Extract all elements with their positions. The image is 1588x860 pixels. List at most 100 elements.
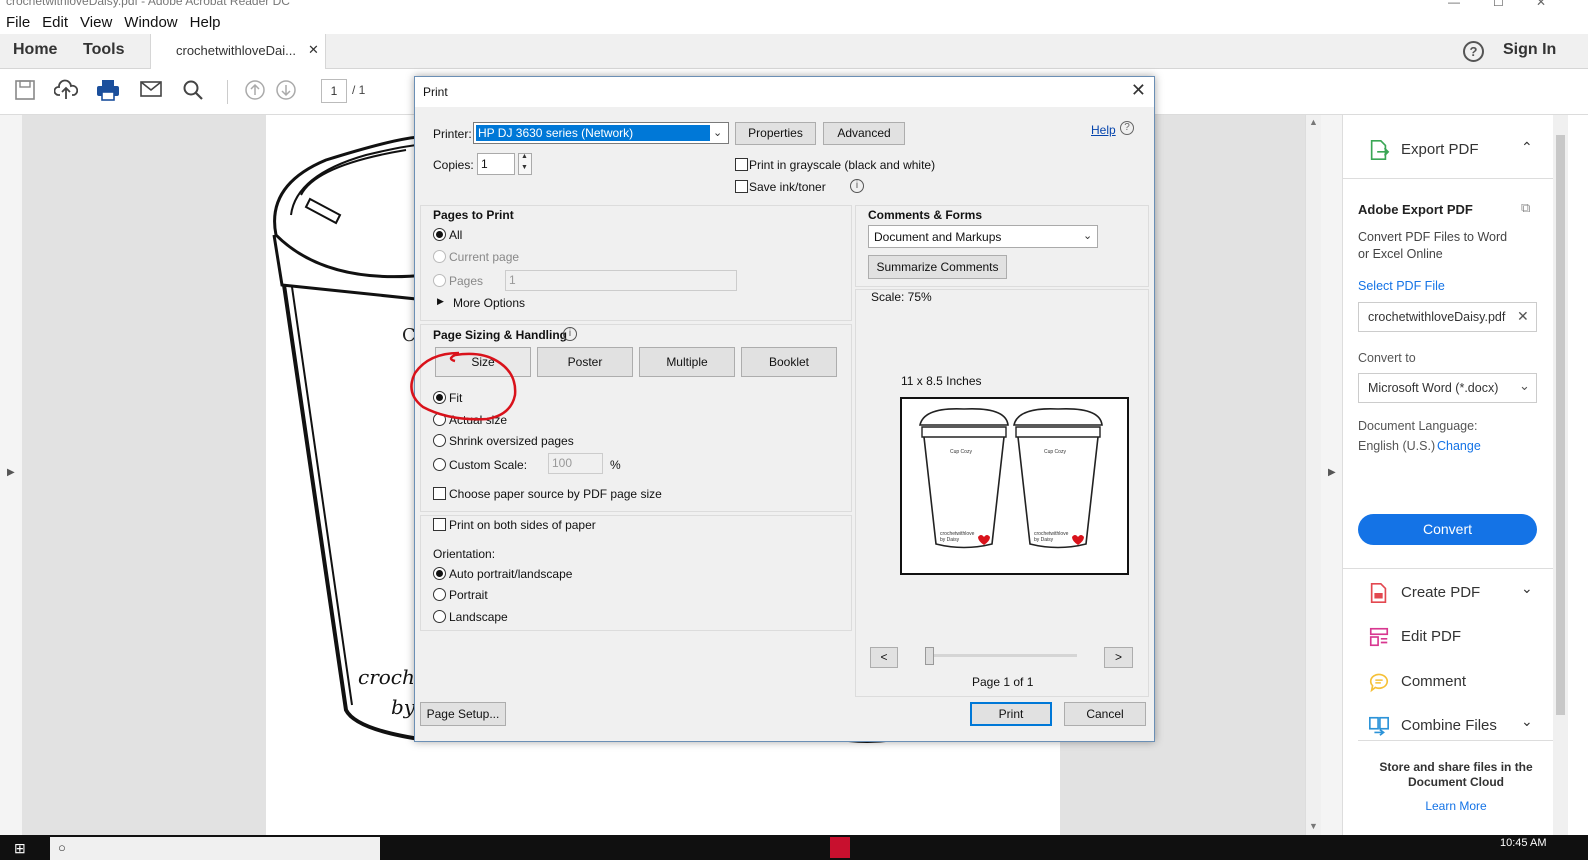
export-pdf-icon	[1370, 140, 1390, 160]
pages-radio[interactable]	[433, 274, 446, 287]
chevron-up-icon[interactable]: ⌃	[1521, 139, 1533, 156]
paper-source-checkbox[interactable]	[433, 487, 446, 500]
tab-document[interactable]: crochetwithloveDai... ✕	[150, 34, 326, 69]
minimize-icon[interactable]: —	[1448, 0, 1460, 9]
close-tab-icon[interactable]: ✕	[308, 42, 319, 58]
format-value: Microsoft Word (*.docx)	[1368, 381, 1499, 395]
sign-in-link[interactable]: Sign In	[1503, 41, 1556, 59]
help-link[interactable]: Help	[1091, 123, 1116, 137]
info-icon[interactable]: i	[850, 179, 864, 193]
menu-file[interactable]: File	[0, 12, 36, 31]
remove-file-icon[interactable]: ✕	[1517, 308, 1529, 325]
scroll-down-icon[interactable]: ▼	[1309, 821, 1318, 831]
portrait-radio[interactable]	[433, 588, 446, 601]
search-icon[interactable]	[181, 79, 205, 103]
edit-pdf-tool[interactable]: Edit PDF	[1367, 626, 1461, 648]
copies-stepper[interactable]: ▲ ▼	[518, 153, 532, 175]
info-icon[interactable]: i	[563, 327, 577, 341]
upload-cloud-icon[interactable]	[53, 79, 79, 103]
chevron-down-icon[interactable]: ⌄	[1521, 580, 1533, 597]
selected-file-field[interactable]: crochetwithloveDaisy.pdf ✕	[1358, 302, 1537, 332]
menu-edit[interactable]: Edit	[36, 12, 74, 31]
windows-start-icon[interactable]: ⊞	[14, 840, 26, 857]
acrobat-taskbar-icon[interactable]	[830, 837, 850, 858]
print-button[interactable]: Print	[970, 702, 1052, 726]
all-pages-label: All	[449, 228, 463, 242]
save-ink-checkbox[interactable]	[735, 180, 748, 193]
comment-tool[interactable]: Comment	[1367, 671, 1466, 693]
advanced-button[interactable]: Advanced	[823, 122, 905, 145]
menu-view[interactable]: View	[74, 12, 118, 31]
current-page-label: Current page	[449, 250, 520, 264]
close-window-icon[interactable]: ✕	[1536, 0, 1546, 9]
learn-more-link[interactable]: Learn More	[1343, 799, 1569, 813]
copies-input[interactable]: 1	[477, 153, 515, 175]
convert-button[interactable]: Convert	[1358, 514, 1537, 545]
custom-scale-input[interactable]: 100	[548, 453, 603, 474]
preview-label-2b: crochetwithlove by Daisy	[1034, 531, 1069, 543]
export-pdf-header[interactable]: Export PDF ⌃	[1367, 139, 1533, 161]
document-scrollbar[interactable]: ▲ ▼	[1305, 115, 1321, 835]
poster-button[interactable]: Poster	[537, 347, 633, 377]
pages-range-input[interactable]: 1	[505, 270, 737, 291]
help-icon[interactable]: ?	[1120, 121, 1134, 135]
right-panel-scrollbar[interactable]	[1553, 115, 1568, 835]
expand-triangle-icon[interactable]: ▶	[437, 296, 444, 307]
select-pdf-link[interactable]: Select PDF File	[1358, 279, 1445, 293]
menu-help[interactable]: Help	[184, 12, 227, 31]
maximize-icon[interactable]: ☐	[1493, 0, 1504, 9]
left-panel-collapsed[interactable]: ▶	[0, 115, 22, 835]
taskbar-search[interactable]: ○	[50, 837, 380, 860]
export-desc-2: or Excel Online	[1358, 247, 1443, 261]
page-setup-button[interactable]: Page Setup...	[420, 702, 506, 726]
next-page-icon[interactable]	[274, 79, 298, 103]
close-dialog-icon[interactable]: ✕	[1131, 80, 1146, 101]
grayscale-checkbox[interactable]	[735, 158, 748, 171]
menu-window[interactable]: Window	[118, 12, 183, 31]
next-page-button[interactable]: >	[1104, 647, 1133, 668]
properties-button[interactable]: Properties	[735, 122, 816, 145]
booklet-button[interactable]: Booklet	[741, 347, 837, 377]
collapse-right-icon[interactable]: ▶	[1328, 467, 1336, 478]
print-icon[interactable]	[96, 79, 120, 103]
more-options-toggle[interactable]: More Options	[453, 296, 525, 310]
tab-home[interactable]: Home	[13, 41, 57, 59]
multiple-button[interactable]: Multiple	[639, 347, 735, 377]
comment-label: Comment	[1401, 672, 1467, 690]
page-number-input[interactable]: 1	[321, 79, 347, 103]
comments-forms-select[interactable]: Document and Markups ⌄	[868, 225, 1098, 248]
shrink-radio[interactable]	[433, 434, 446, 447]
current-page-radio[interactable]	[433, 250, 446, 263]
stepper-up-icon[interactable]: ▲	[521, 153, 528, 160]
all-pages-radio[interactable]	[433, 228, 446, 241]
expand-left-icon[interactable]: ▶	[7, 467, 15, 478]
combine-files-tool[interactable]: Combine Files ⌄	[1367, 713, 1533, 737]
help-icon[interactable]: ?	[1463, 41, 1484, 62]
page-slider-track[interactable]	[927, 654, 1077, 657]
save-icon[interactable]	[13, 79, 37, 103]
right-pane-toggle[interactable]: ▶	[1321, 115, 1343, 835]
print-preview-page: Cup Cozy Cup Cozy crochetwithlove by Dai…	[900, 397, 1129, 575]
summarize-comments-button[interactable]: Summarize Comments	[868, 255, 1007, 279]
prev-page-icon[interactable]	[243, 79, 267, 103]
both-sides-checkbox[interactable]	[433, 518, 446, 531]
prev-page-button[interactable]: <	[870, 647, 898, 668]
chevron-down-icon[interactable]: ⌄	[1521, 713, 1533, 730]
cancel-button[interactable]: Cancel	[1064, 702, 1146, 726]
adobe-export-title: Adobe Export PDF	[1358, 202, 1473, 217]
auto-orientation-radio[interactable]	[433, 567, 446, 580]
page-slider-thumb[interactable]	[925, 647, 934, 665]
scroll-thumb[interactable]	[1556, 135, 1565, 715]
format-dropdown[interactable]: Microsoft Word (*.docx) ⌄	[1358, 373, 1537, 403]
printer-select[interactable]: HP DJ 3630 series (Network) ⌄	[473, 122, 729, 144]
change-language-link[interactable]: Change	[1437, 439, 1481, 453]
landscape-radio[interactable]	[433, 610, 446, 623]
stepper-down-icon[interactable]: ▼	[521, 164, 528, 171]
create-pdf-tool[interactable]: Create PDF ⌄	[1367, 580, 1533, 604]
cloud-files-icon[interactable]: ⧉	[1521, 200, 1530, 216]
page-of-label: Page 1 of 1	[972, 675, 1034, 689]
tab-tools[interactable]: Tools	[83, 41, 124, 59]
custom-scale-radio[interactable]	[433, 458, 446, 471]
email-icon[interactable]	[139, 79, 163, 103]
scroll-up-icon[interactable]: ▲	[1309, 117, 1318, 127]
